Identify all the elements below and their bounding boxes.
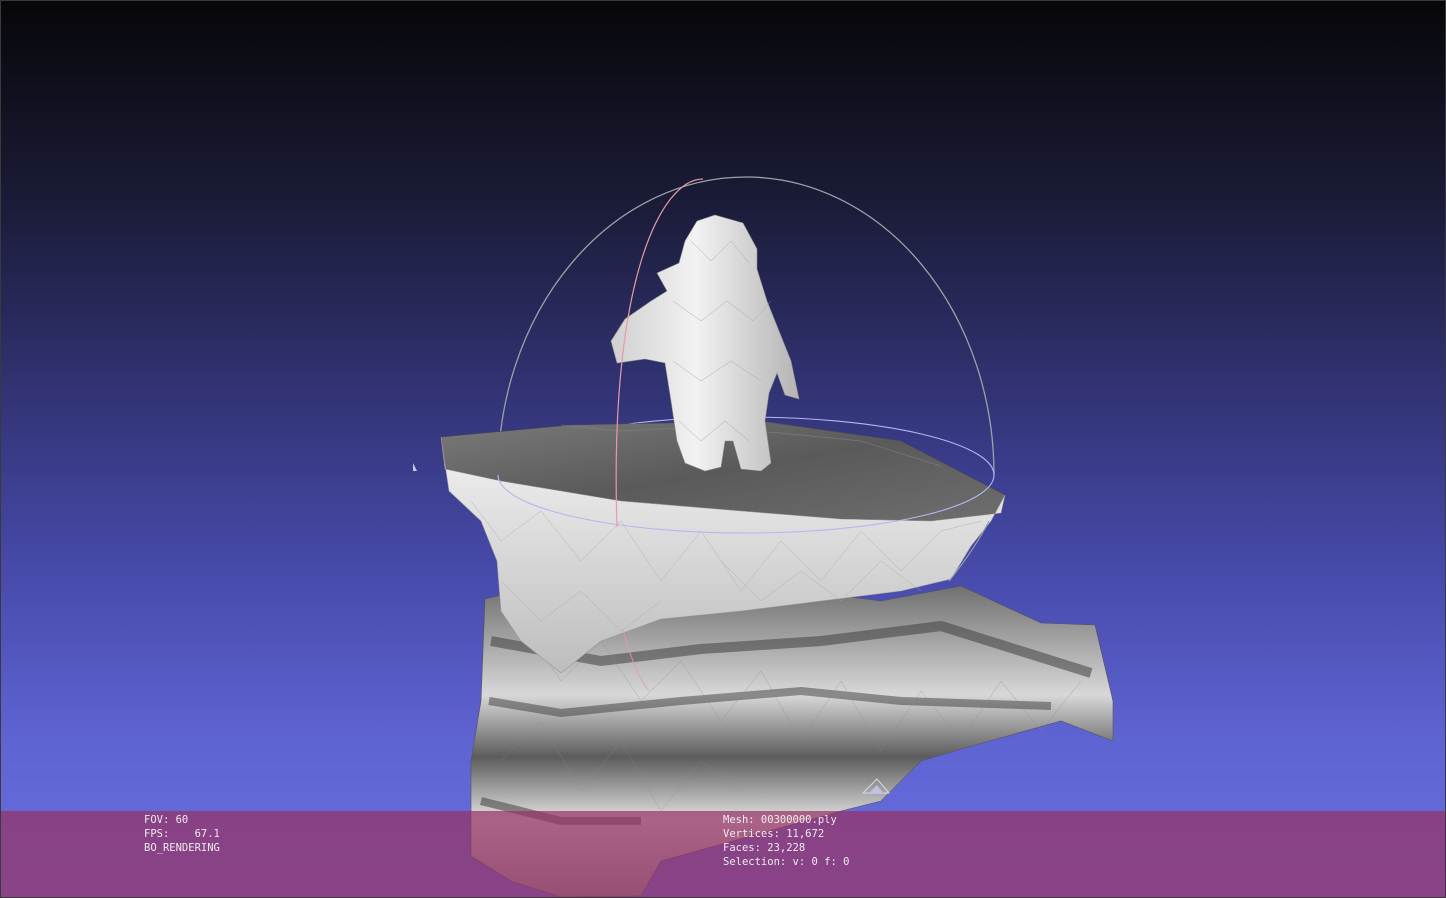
mesh-scene[interactable] bbox=[1, 1, 1446, 898]
fov-readout: FOV: 60 bbox=[144, 814, 189, 826]
info-overlay-bar: FOV: 60 FPS: 67.1 BO_RENDERING Mesh: 00300… bbox=[1, 811, 1445, 897]
fps-readout: FPS: 67.1 bbox=[144, 828, 220, 840]
mesh-name-readout: Mesh: 00300000.ply bbox=[723, 814, 837, 826]
faces-readout: Faces: 23,228 bbox=[723, 842, 806, 854]
3d-viewport[interactable]: FOV: 60 FPS: 67.1 BO_RENDERING Mesh: 00300… bbox=[0, 0, 1446, 898]
mesh-stats: Mesh: 00300000.ply Vertices: 11,672 Faces:… bbox=[723, 813, 849, 869]
selection-readout: Selection: v: 0 f: 0 bbox=[723, 856, 850, 868]
stray-vertex bbox=[413, 463, 417, 471]
vertices-readout: Vertices: 11,672 bbox=[723, 828, 825, 840]
render-mode-readout: BO_RENDERING bbox=[144, 842, 220, 854]
render-stats: FOV: 60 FPS: 67.1 BO_RENDERING bbox=[144, 813, 220, 855]
